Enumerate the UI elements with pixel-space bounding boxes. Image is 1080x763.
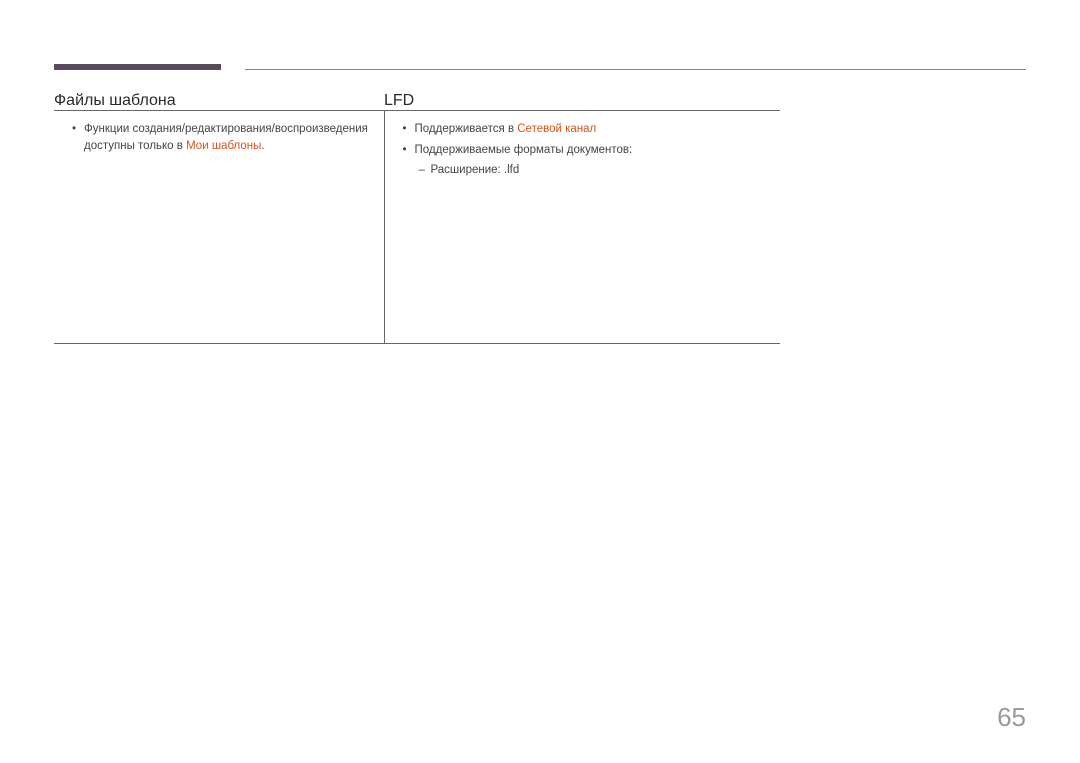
header-accent-bar <box>54 64 221 70</box>
table-header-row: Файлы шаблона LFD <box>54 92 780 111</box>
content-area: Файлы шаблона LFD Функции создания/редак… <box>54 92 780 344</box>
right-b2-text: Поддерживаемые форматы документов: <box>415 144 633 156</box>
right-sub-1: Расширение: .lfd <box>415 162 781 179</box>
header-rule <box>245 69 1026 70</box>
table-cell-right: Поддерживается в Сетевой канал Поддержив… <box>384 111 780 344</box>
right-bullet-list: Поддерживается в Сетевой канал Поддержив… <box>385 121 781 179</box>
right-b1-highlight: Сетевой канал <box>517 123 596 135</box>
table-body-row: Функции создания/редактирования/воспроиз… <box>54 111 780 344</box>
table-header-left: Файлы шаблона <box>54 92 384 111</box>
table-cell-left: Функции создания/редактирования/воспроиз… <box>54 111 384 344</box>
right-bullet-1: Поддерживается в Сетевой канал <box>385 121 781 138</box>
right-sub-list: Расширение: .lfd <box>415 162 781 179</box>
table-header-right: LFD <box>384 92 780 111</box>
left-bullet-list: Функции создания/редактирования/воспроиз… <box>54 121 384 156</box>
page-number: 65 <box>997 702 1026 733</box>
left-b1-highlight: Мои шаблоны <box>186 140 261 152</box>
right-b1-text1: Поддерживается в <box>415 123 518 135</box>
spec-table: Файлы шаблона LFD Функции создания/редак… <box>54 92 780 344</box>
left-b1-text2: . <box>261 140 264 152</box>
left-bullet-1: Функции создания/редактирования/воспроиз… <box>54 121 384 156</box>
right-bullet-2: Поддерживаемые форматы документов: Расши… <box>385 142 781 179</box>
